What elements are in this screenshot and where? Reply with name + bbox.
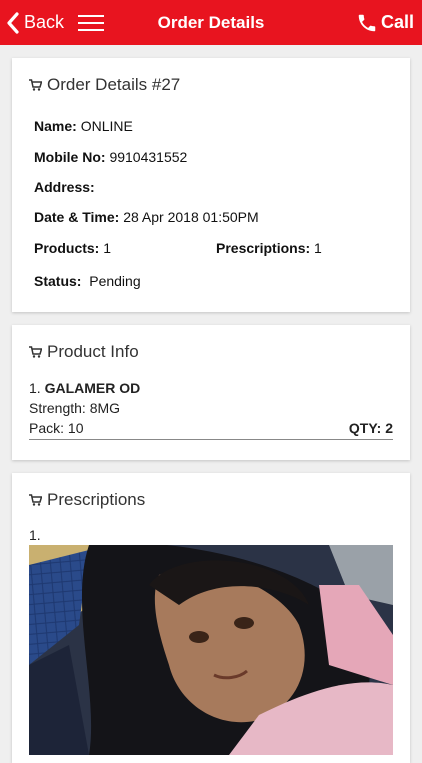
product-strength: Strength: 8MG: [29, 400, 121, 416]
order-details-heading: Order Details #27: [29, 75, 180, 95]
product-qty: QTY: 2: [348, 420, 393, 436]
cart-icon: [29, 79, 42, 91]
prescriptions-card: Prescriptions 1.: [12, 473, 410, 763]
datetime-value: 28 Apr 2018 01:50PM: [123, 209, 259, 225]
prescription-image[interactable]: [29, 545, 393, 755]
product-name-line: 1. GALAMER OD: [29, 380, 393, 400]
status-label: Status:: [34, 273, 82, 289]
call-button[interactable]: Call: [356, 0, 414, 45]
app-header: Back Order Details Call: [0, 0, 422, 45]
prescriptions-value: 1: [314, 240, 322, 256]
name-label: Name:: [34, 118, 77, 134]
name-value: ONLINE: [80, 118, 133, 134]
product-name: GALAMER OD: [44, 380, 141, 396]
status-value: Pending: [89, 273, 141, 289]
mobile-value[interactable]: 9910431552: [109, 149, 187, 165]
product-pack-line: Pack: 10 QTY: 2: [29, 420, 393, 440]
prescriptions-title: Prescriptions: [47, 490, 146, 509]
status-row: Status: Pending: [34, 273, 141, 289]
prescription-photo: [29, 545, 393, 755]
mobile-label: Mobile No:: [34, 149, 106, 165]
products-count-row: Products: 1: [34, 240, 111, 256]
datetime-row: Date & Time: 28 Apr 2018 01:50PM: [34, 209, 259, 225]
prescriptions-count-row: Prescriptions: 1: [216, 240, 322, 256]
product-info-card: Product Info 1. GALAMER OD Strength: 8MG…: [12, 325, 410, 460]
prescription-index: 1.: [29, 527, 41, 543]
product-index: 1.: [29, 380, 41, 396]
cart-icon: [29, 494, 42, 506]
call-label: Call: [380, 12, 414, 32]
product-pack: Pack: 10: [29, 420, 84, 436]
chevron-left-icon: [7, 11, 19, 34]
order-details-title: Order Details #27: [47, 75, 181, 94]
phone-icon: [358, 14, 376, 31]
product-info-heading: Product Info: [29, 342, 139, 362]
cart-icon: [29, 346, 42, 358]
datetime-label: Date & Time:: [34, 209, 120, 225]
customer-name-row: Name: ONLINE: [34, 118, 133, 134]
order-details-card: Order Details #27 Name: ONLINE Mobile No…: [12, 58, 410, 312]
prescriptions-heading: Prescriptions: [29, 490, 145, 510]
address-row: Address:: [34, 179, 95, 195]
hamburger-menu-icon[interactable]: [78, 12, 104, 32]
product-item: 1. GALAMER OD Strength: 8MG Pack: 10 QTY…: [29, 380, 393, 440]
mobile-row: Mobile No: 9910431552: [34, 149, 187, 165]
back-label: Back: [24, 12, 65, 32]
products-value: 1: [103, 240, 112, 256]
back-button[interactable]: Back: [6, 0, 64, 45]
product-info-title: Product Info: [47, 342, 139, 361]
prescriptions-label: Prescriptions:: [216, 240, 311, 256]
address-label: Address:: [34, 179, 95, 195]
products-label: Products:: [34, 240, 100, 256]
